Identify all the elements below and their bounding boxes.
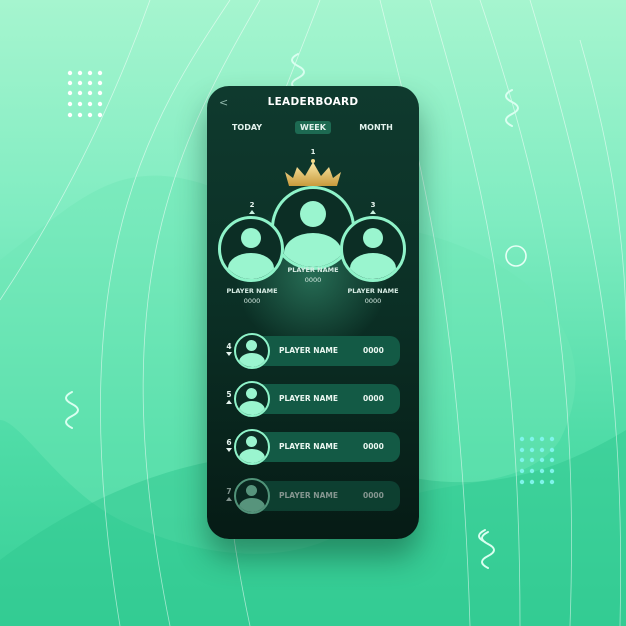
rank-2-label: 2 — [249, 201, 255, 209]
rank-number: 6 — [226, 438, 232, 447]
rank-number: 7 — [226, 487, 232, 496]
leaderboard-row[interactable]: 7 PLAYER NAME 0000 — [207, 478, 419, 514]
ring-decoration — [505, 245, 527, 267]
player-score: 0000 — [363, 491, 384, 500]
avatar[interactable] — [234, 478, 270, 514]
player-name-rank-2: PLAYER NAME — [226, 287, 278, 295]
player-score: 0000 — [363, 346, 384, 355]
rank-up-icon — [249, 210, 255, 214]
avatar[interactable] — [234, 381, 270, 417]
player-name: PLAYER NAME — [279, 491, 338, 500]
rank-1-label: 1 — [310, 148, 316, 156]
rank-3-label: 3 — [370, 201, 376, 209]
avatar-rank-3[interactable] — [340, 216, 406, 282]
tab-month[interactable]: MONTH — [355, 121, 397, 134]
player-name: PLAYER NAME — [279, 442, 338, 451]
player-name-rank-1: PLAYER NAME — [287, 266, 339, 274]
avatar-rank-2[interactable] — [218, 216, 284, 282]
leaderboard-row[interactable]: 4 PLAYER NAME 0000 — [207, 333, 419, 369]
leaderboard-row[interactable]: 5 PLAYER NAME 0000 — [207, 381, 419, 417]
avatar[interactable] — [234, 429, 270, 465]
leaderboard-row[interactable]: 6 PLAYER NAME 0000 — [207, 429, 419, 465]
player-score-rank-2: 0000 — [243, 297, 261, 305]
player-name: PLAYER NAME — [279, 394, 338, 403]
squiggle-icon — [291, 53, 305, 91]
rank-up-icon — [370, 210, 376, 214]
player-score-rank-1: 0000 — [304, 276, 322, 284]
dot-grid-top-left — [67, 70, 103, 118]
rank-down-icon — [226, 448, 232, 452]
player-score: 0000 — [363, 394, 384, 403]
phone-screen: < LEADERBOARD TODAY WEEK MONTH 1 PLAYER … — [207, 86, 419, 539]
player-name-rank-3: PLAYER NAME — [347, 287, 399, 295]
rank-number: 4 — [226, 342, 232, 351]
player-score: 0000 — [363, 442, 384, 451]
player-score-rank-3: 0000 — [364, 297, 382, 305]
period-tabs: TODAY WEEK MONTH — [207, 121, 419, 135]
rank-up-icon — [226, 400, 232, 404]
rank-number: 5 — [226, 390, 232, 399]
avatar[interactable] — [234, 333, 270, 369]
tab-today[interactable]: TODAY — [227, 121, 267, 134]
squiggle-icon — [505, 89, 519, 127]
tab-week[interactable]: WEEK — [295, 121, 331, 134]
page-title: LEADERBOARD — [267, 96, 359, 108]
rank-down-icon — [226, 352, 232, 356]
player-name: PLAYER NAME — [279, 346, 338, 355]
rank-up-icon — [226, 497, 232, 501]
